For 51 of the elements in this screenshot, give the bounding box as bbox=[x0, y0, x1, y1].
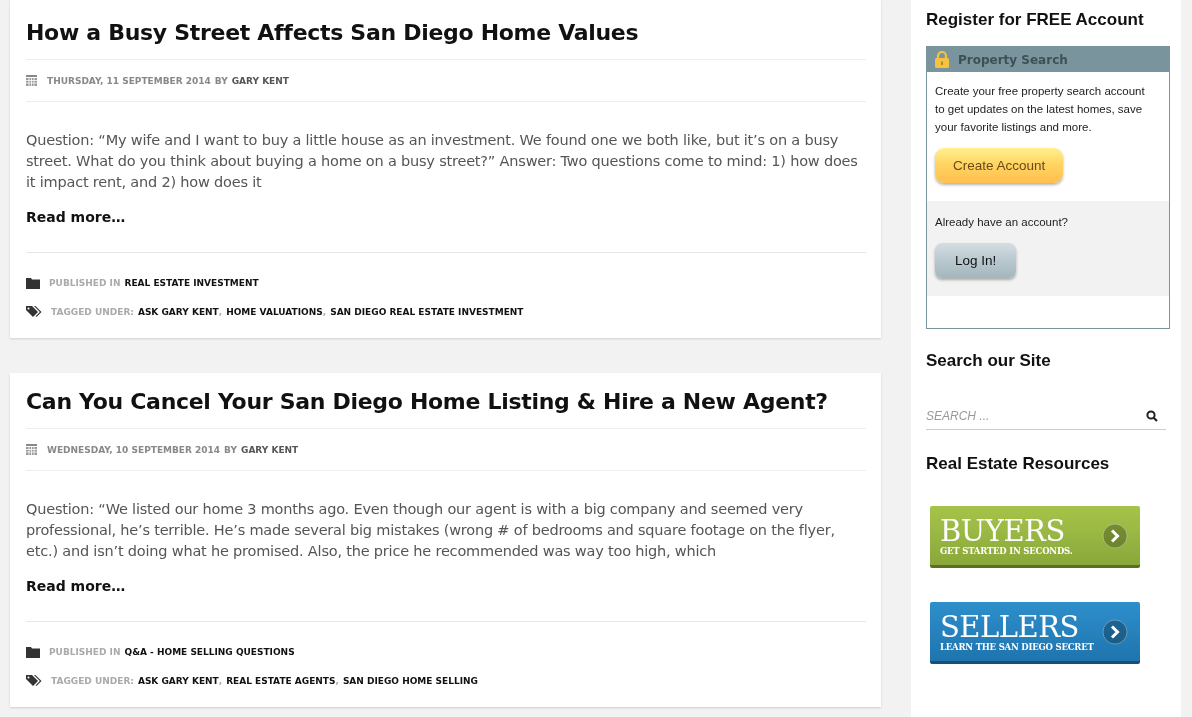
search-field[interactable]: SEARCH ... bbox=[926, 409, 1146, 423]
widget-heading: Search our Site bbox=[926, 351, 1052, 371]
by-label: BY bbox=[224, 444, 237, 455]
calendar-icon bbox=[26, 444, 37, 455]
tagged-label: TAGGED UNDER: bbox=[51, 676, 134, 686]
widget-heading: Real Estate Resources bbox=[926, 454, 1111, 474]
tag-link[interactable]: SAN DIEGO REAL ESTATE INVESTMENT bbox=[330, 307, 524, 317]
tag-separator: , bbox=[322, 307, 327, 317]
post-date: WEDNESDAY, 10 SEPTEMBER 2014 bbox=[47, 444, 221, 455]
widget-text: Create your free property search account to get updates on the latest homes, save your favorite listings and more. bbox=[935, 84, 1146, 135]
calendar-icon bbox=[26, 75, 37, 86]
published-label: PUBLISHED IN bbox=[49, 278, 121, 288]
category-link[interactable]: REAL ESTATE INVESTMENT bbox=[124, 278, 259, 288]
banner-title: BUYERS bbox=[940, 515, 1065, 546]
search-icon[interactable] bbox=[1146, 410, 1158, 422]
banner-subtitle: GET STARTED IN SECONDS. bbox=[940, 545, 1073, 556]
post-excerpt: Question: “We listed our home 3 months ago. Even though our agent is with a big company and seemed very professional, he’s terrible. He’s made several big mistakes (wrong # of bedrooms and square footage on the flyer, etc.) and isn’t doing what he promised. Also, the price he recommended was way too high, which bbox=[26, 500, 836, 561]
tag-link[interactable]: ASK GARY KENT bbox=[137, 307, 219, 317]
post-excerpt: Question: “My wife and I want to buy a little house as an investment. We found one we both like, but it’s on a busy street. What do you think about buying a home on a busy street?” Answer: Two questions come to mind: 1) how does it impact rent, and 2) how does it bbox=[26, 131, 859, 192]
tags-icon bbox=[26, 675, 42, 687]
login-prompt: Already have an account? bbox=[935, 215, 1069, 230]
resource-banner[interactable]: SELLERS LEARN THE SAN DIEGO SECRET bbox=[930, 602, 1140, 664]
author-link[interactable]: GARY KENT bbox=[241, 444, 299, 455]
chevron-icon bbox=[1102, 522, 1128, 549]
tag-link[interactable]: HOME VALUATIONS bbox=[226, 307, 323, 317]
folder-icon bbox=[26, 277, 40, 289]
padlock-icon bbox=[935, 51, 949, 68]
tag-separator: , bbox=[218, 307, 223, 317]
author-link[interactable]: GARY KENT bbox=[231, 75, 289, 86]
chevron-icon bbox=[1102, 618, 1128, 645]
by-label: BY bbox=[214, 75, 228, 86]
login-button[interactable]: Log In! bbox=[935, 243, 1017, 278]
published-label: PUBLISHED IN bbox=[49, 647, 121, 657]
read-more-link[interactable]: Read more… bbox=[26, 578, 126, 594]
category-link[interactable]: Q&A - HOME SELLING QUESTIONS bbox=[124, 647, 295, 657]
widget-title: Property Search bbox=[958, 52, 1068, 67]
tagged-label: TAGGED UNDER: bbox=[51, 307, 134, 317]
widget-heading: Register for FREE Account bbox=[926, 10, 1145, 30]
read-more-link[interactable]: Read more… bbox=[26, 209, 126, 225]
tag-separator: , bbox=[335, 676, 339, 686]
banner-title: SELLERS bbox=[940, 611, 1079, 642]
folder-icon bbox=[26, 646, 40, 658]
post-date: THURSDAY, 11 SEPTEMBER 2014 bbox=[47, 75, 211, 86]
tag-separator: , bbox=[218, 676, 223, 686]
post-title[interactable]: How a Busy Street Affects San Diego Home Values bbox=[26, 20, 866, 45]
tag-link[interactable]: ASK GARY KENT bbox=[137, 676, 219, 686]
create-account-button[interactable]: Create Account bbox=[935, 148, 1064, 183]
tags-icon bbox=[26, 306, 42, 318]
post-title[interactable]: Can You Cancel Your San Diego Home Listing & Hire a New Agent? bbox=[26, 389, 866, 414]
tag-link[interactable]: SAN DIEGO HOME SELLING bbox=[342, 676, 478, 686]
banner-subtitle: LEARN THE SAN DIEGO SECRET bbox=[940, 641, 1094, 652]
